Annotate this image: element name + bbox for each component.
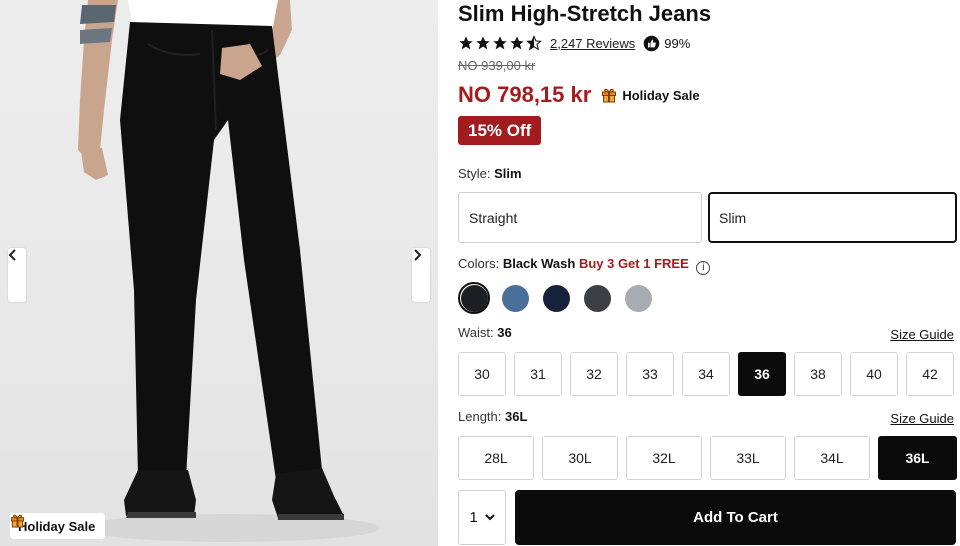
swatch-fill: [624, 284, 652, 312]
previous-image-button[interactable]: [8, 248, 26, 302]
chevron-right-icon: [414, 249, 422, 261]
holiday-sale-badge: Holiday Sale: [10, 513, 106, 539]
style-option-straight[interactable]: Straight: [458, 192, 702, 243]
chevron-left-icon: [8, 249, 16, 261]
original-price: NO 939,00 kr: [458, 58, 536, 73]
quantity-select[interactable]: 1: [458, 490, 506, 545]
length-options: 28L 30L 32L 33L 34L 36L: [458, 436, 957, 480]
swatch-light-gray[interactable]: [622, 282, 654, 314]
waist-label: Waist:: [458, 325, 494, 340]
color-swatches: [458, 282, 654, 314]
waist-option-30[interactable]: 30: [458, 352, 506, 396]
recommend-percent: 99%: [664, 35, 691, 51]
length-label-line: Length: 36L: [458, 409, 527, 424]
star-rating: [458, 35, 542, 51]
waist-option-32[interactable]: 32: [570, 352, 618, 396]
recommend-rate: 99%: [643, 35, 690, 52]
holiday-sale-tag: Holiday Sale: [601, 87, 700, 103]
quantity-value: 1: [469, 509, 478, 526]
gift-icon: [10, 514, 25, 528]
swatch-fill: [583, 284, 611, 312]
style-selected-value: Slim: [494, 166, 522, 181]
promo-text: Buy 3 Get 1 FREE: [578, 256, 689, 271]
length-option-30l[interactable]: 30L: [542, 436, 618, 480]
swatch-fill: [460, 284, 488, 312]
star-half-icon: [526, 35, 542, 51]
waist-options: 30 31 32 33 34 36 38 40 42: [458, 352, 954, 396]
color-selected-value: Black Wash: [502, 256, 576, 271]
reviews-link[interactable]: 2,247 Reviews: [550, 36, 635, 51]
waist-size-guide-link[interactable]: Size Guide: [890, 327, 954, 342]
waist-option-33[interactable]: 33: [626, 352, 674, 396]
star-full-icon: [459, 36, 473, 50]
length-option-33l[interactable]: 33L: [710, 436, 786, 480]
product-gallery: Holiday Sale: [0, 0, 438, 546]
product-details: Slim High-Stretch Jeans 2,247 Reviews 99…: [458, 0, 958, 546]
length-label: Length:: [458, 409, 502, 424]
discount-badge: 15% Off: [458, 116, 542, 145]
waist-option-38[interactable]: 38: [794, 352, 842, 396]
style-label: Style:: [458, 166, 491, 181]
style-label-line: Style: Slim: [458, 166, 522, 181]
colors-label-line: Colors: Black Wash Buy 3 Get 1 FREE i: [458, 256, 711, 275]
next-image-button[interactable]: [412, 248, 430, 302]
length-option-28l[interactable]: 28L: [458, 436, 534, 480]
swatch-fill: [501, 284, 529, 312]
holiday-sale-tag-label: Holiday Sale: [622, 87, 700, 103]
sale-price: NO 798,15 kr: [458, 82, 592, 107]
rating-row: 2,247 Reviews 99%: [458, 34, 690, 52]
waist-label-line: Waist: 36: [458, 325, 512, 340]
swatch-charcoal[interactable]: [581, 282, 613, 314]
waist-option-34[interactable]: 34: [682, 352, 730, 396]
style-option-slim[interactable]: Slim: [708, 192, 957, 243]
info-icon[interactable]: i: [696, 260, 711, 275]
swatch-fill: [542, 284, 570, 312]
add-to-cart-button[interactable]: Add To Cart: [515, 490, 956, 545]
holiday-sale-badge-label: Holiday Sale: [18, 518, 96, 534]
star-full-icon: [493, 36, 507, 50]
swatch-medium-blue[interactable]: [499, 282, 531, 314]
product-photo: [78, 0, 380, 542]
product-title: Slim High-Stretch Jeans: [458, 1, 712, 26]
length-option-32l[interactable]: 32L: [626, 436, 702, 480]
waist-selected-value: 36: [497, 325, 512, 340]
gift-icon: [602, 88, 617, 103]
colors-label: Colors:: [458, 256, 500, 271]
waist-option-40[interactable]: 40: [850, 352, 898, 396]
length-selected-value: 36L: [505, 409, 528, 424]
swatch-navy[interactable]: [540, 282, 572, 314]
thumbs-up-icon: [643, 35, 660, 51]
length-size-guide-link[interactable]: Size Guide: [890, 411, 954, 426]
waist-option-42[interactable]: 42: [906, 352, 954, 396]
star-full-icon: [510, 36, 524, 50]
star-full-icon: [476, 36, 490, 50]
waist-option-31[interactable]: 31: [514, 352, 562, 396]
waist-option-36[interactable]: 36: [738, 352, 786, 396]
chevron-down-icon: [484, 514, 495, 521]
length-option-34l[interactable]: 34L: [794, 436, 870, 480]
swatch-black-wash[interactable]: [458, 282, 490, 314]
length-option-36l[interactable]: 36L: [878, 436, 957, 480]
price-row: NO 798,15 kr Holiday Sale: [458, 82, 700, 108]
